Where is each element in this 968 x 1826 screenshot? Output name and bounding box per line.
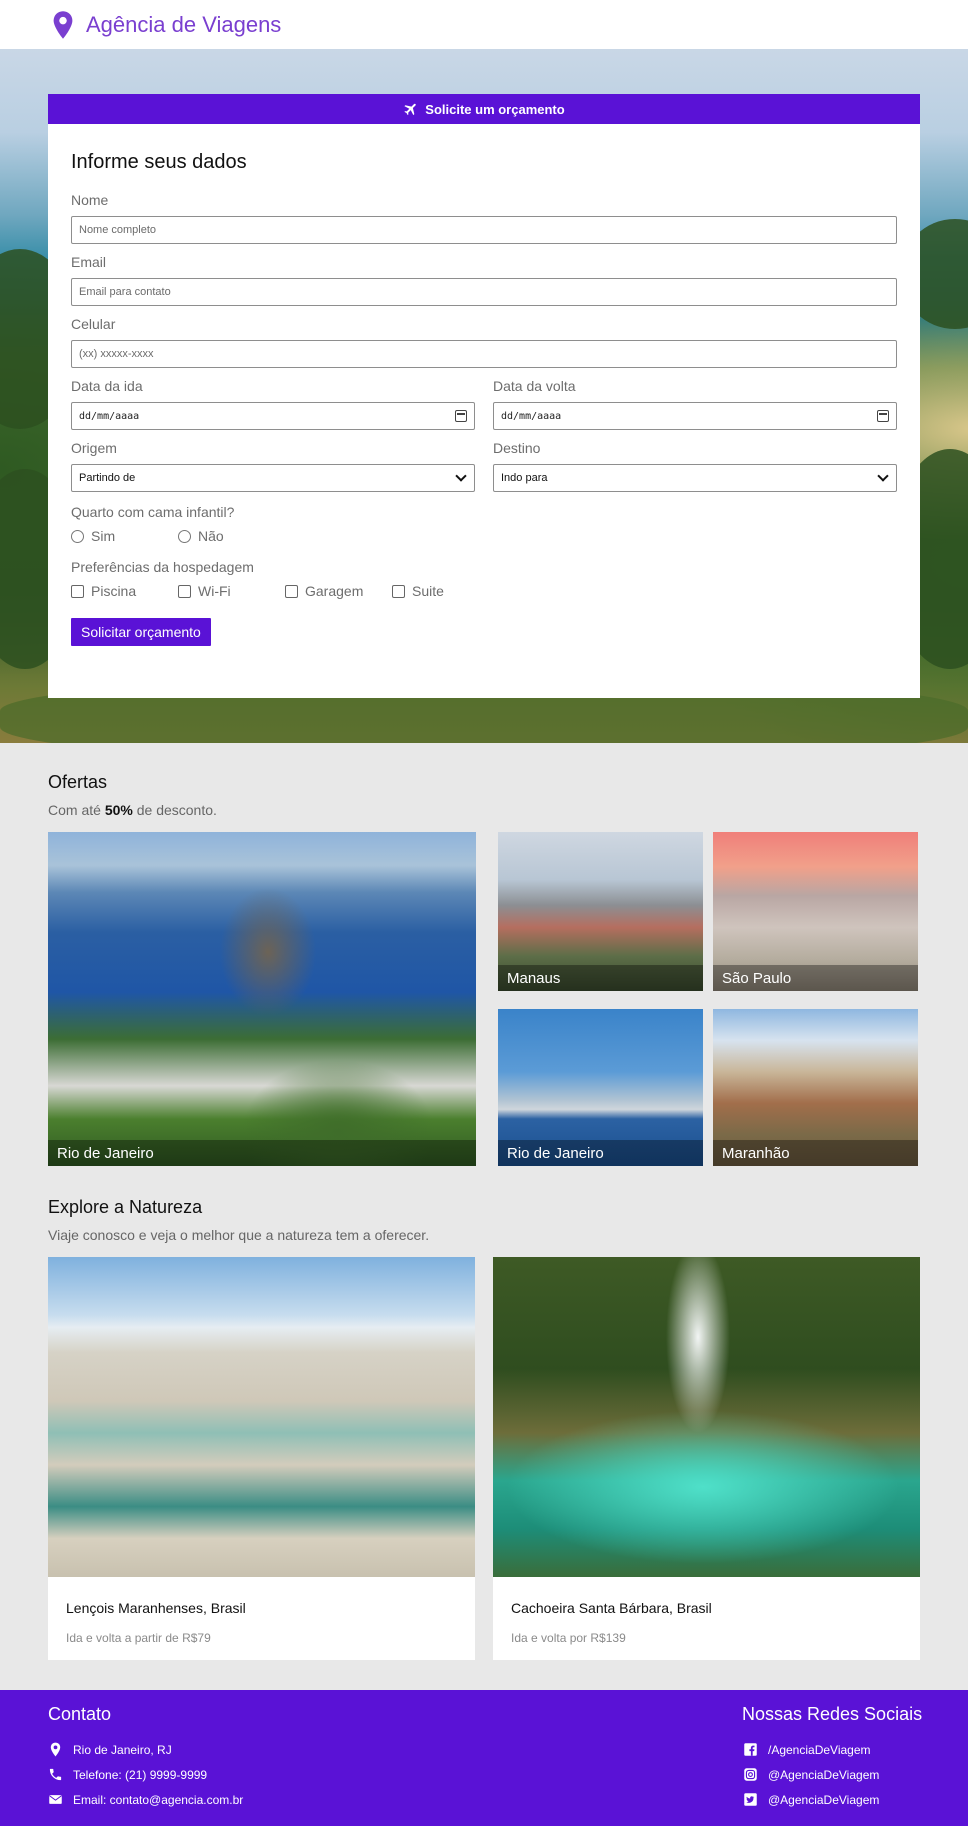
oferta-tile-manaus[interactable]: Manaus (498, 832, 703, 991)
footer-facebook[interactable]: /AgenciaDeViagem (743, 1742, 871, 1757)
origem-label: Origem (71, 440, 117, 456)
footer-phone-text: Telefone: (21) 9999-9999 (73, 1767, 208, 1782)
facebook-icon (744, 1743, 757, 1756)
ofertas-discount: 50% (104, 802, 133, 818)
data-volta-label: Data da volta (493, 378, 576, 394)
form-title: Informe seus dados (71, 151, 247, 173)
footer-twitter-text: @AgenciaDeViagem (768, 1792, 880, 1807)
celular-label: Celular (71, 316, 116, 332)
footer-location-text: Rio de Janeiro, RJ (73, 1742, 172, 1757)
twitter-icon (744, 1793, 757, 1806)
natureza-card-title: Lençois Maranhenses, Brasil (66, 1600, 246, 1616)
checkbox-wifi-control[interactable] (178, 584, 191, 598)
natureza-subtitle: Viaje conosco e veja o melhor que a natu… (48, 1227, 430, 1243)
oferta-caption: Rio de Janeiro (48, 1140, 476, 1166)
radio-nao[interactable]: Não (178, 528, 285, 544)
oferta-caption: Maranhão (713, 1140, 918, 1166)
chevron-down-icon (877, 470, 889, 482)
checkbox-suite-control[interactable] (392, 584, 405, 598)
destino-value: Indo para (501, 472, 548, 484)
data-volta-value: dd/mm/aaaa (501, 410, 562, 422)
oferta-caption: Manaus (498, 965, 703, 991)
oferta-tile-sao-paulo[interactable]: São Paulo (713, 832, 918, 991)
map-pin-icon (50, 1742, 61, 1757)
ofertas-sub-suffix: de desconto. (132, 802, 217, 818)
oferta-tile-rio-de-janeiro-2[interactable]: Rio de Janeiro (498, 1009, 703, 1166)
navbar: Agência de Viagens (0, 0, 968, 49)
oferta-caption: Rio de Janeiro (498, 1140, 703, 1166)
destino-select[interactable]: Indo para (493, 464, 897, 492)
radio-sim-control[interactable] (71, 529, 84, 543)
data-volta-input[interactable]: dd/mm/aaaa (493, 402, 897, 430)
footer: Contato Rio de Janeiro, RJ Telefone: (21… (0, 1690, 968, 1826)
oferta-tile-maranhao[interactable]: Maranhão (713, 1009, 918, 1166)
email-input[interactable]: Email para contato (71, 278, 897, 306)
footer-location: Rio de Janeiro, RJ (48, 1742, 172, 1757)
envelope-icon (49, 1795, 62, 1804)
footer-twitter[interactable]: @AgenciaDeViagem (743, 1792, 879, 1807)
checkbox-suite[interactable]: Suite (392, 583, 499, 599)
footer-phone: Telefone: (21) 9999-9999 (48, 1767, 207, 1782)
checkbox-garagem-control[interactable] (285, 584, 298, 598)
preferencias-label: Preferências da hospedagem (71, 559, 254, 575)
calendar-icon[interactable] (455, 410, 467, 422)
checkbox-wifi[interactable]: Wi-Fi (178, 583, 285, 599)
email-label: Email (71, 254, 107, 270)
checkbox-wifi-label: Wi-Fi (198, 583, 231, 599)
radio-nao-label: Não (198, 528, 224, 544)
natureza-image (493, 1257, 920, 1577)
quote-form-header: Solicite um orçamento (48, 94, 920, 124)
plane-icon (404, 103, 417, 116)
nome-input[interactable]: Nome completo (71, 216, 897, 244)
ofertas-sub-prefix: Com até (48, 802, 105, 818)
chevron-down-icon (455, 470, 467, 482)
map-pin-icon (53, 10, 73, 39)
ofertas-subtitle: Com até 50% de desconto. (48, 802, 217, 818)
footer-email: Email: contato@agencia.com.br (48, 1792, 243, 1807)
quote-form-card: Solicite um orçamento Informe seus dados… (48, 94, 920, 698)
natureza-card-desc: Ida e volta a partir de R$79 (66, 1631, 211, 1645)
quote-form-header-label: Solicite um orçamento (425, 101, 565, 117)
brand-link[interactable]: Agência de Viagens (86, 12, 281, 38)
checkbox-piscina[interactable]: Piscina (71, 583, 178, 599)
radio-nao-control[interactable] (178, 529, 191, 543)
radio-sim-label: Sim (91, 528, 116, 544)
data-ida-label: Data da ida (71, 378, 143, 394)
footer-social-title: Nossas Redes Sociais (742, 1704, 923, 1724)
oferta-caption: São Paulo (713, 965, 918, 991)
footer-contato-title: Contato (48, 1704, 112, 1724)
origem-select[interactable]: Partindo de (71, 464, 475, 492)
preferencias-options: Piscina Wi-Fi Garagem Suite (71, 583, 897, 599)
checkbox-piscina-label: Piscina (91, 583, 137, 599)
origem-value: Partindo de (79, 472, 136, 484)
checkbox-garagem-label: Garagem (305, 583, 364, 599)
natureza-card-lencois[interactable]: Lençois Maranhenses, Brasil Ida e volta … (48, 1257, 475, 1660)
oferta-tile-rio-de-janeiro[interactable]: Rio de Janeiro (48, 832, 476, 1166)
footer-email-text: Email: contato@agencia.com.br (73, 1792, 244, 1807)
cama-infantil-label: Quarto com cama infantil? (71, 504, 235, 520)
footer-instagram-text: @AgenciaDeViagem (768, 1767, 880, 1782)
natureza-image (48, 1257, 475, 1577)
footer-instagram[interactable]: @AgenciaDeViagem (743, 1767, 879, 1782)
nome-label: Nome (71, 192, 109, 208)
calendar-icon[interactable] (877, 410, 889, 422)
radio-sim[interactable]: Sim (71, 528, 178, 544)
phone-icon (49, 1768, 62, 1781)
cama-infantil-options: Sim Não (71, 528, 897, 544)
natureza-card-title: Cachoeira Santa Bárbara, Brasil (511, 1600, 712, 1616)
checkbox-garagem[interactable]: Garagem (285, 583, 392, 599)
ofertas-title: Ofertas (48, 772, 108, 792)
checkbox-piscina-control[interactable] (71, 584, 84, 598)
natureza-title: Explore a Natureza (48, 1197, 203, 1217)
natureza-card-desc: Ida e volta por R$139 (511, 1631, 626, 1645)
solicitar-orcamento-button[interactable]: Solicitar orçamento (71, 618, 211, 646)
footer-facebook-text: /AgenciaDeViagem (768, 1742, 871, 1757)
checkbox-suite-label: Suite (412, 583, 444, 599)
destino-label: Destino (493, 440, 541, 456)
celular-input[interactable]: (xx) xxxxx-xxxx (71, 340, 897, 368)
data-ida-value: dd/mm/aaaa (79, 410, 140, 422)
data-ida-input[interactable]: dd/mm/aaaa (71, 402, 475, 430)
instagram-icon (744, 1768, 757, 1781)
natureza-card-cachoeira[interactable]: Cachoeira Santa Bárbara, Brasil Ida e vo… (493, 1257, 920, 1660)
